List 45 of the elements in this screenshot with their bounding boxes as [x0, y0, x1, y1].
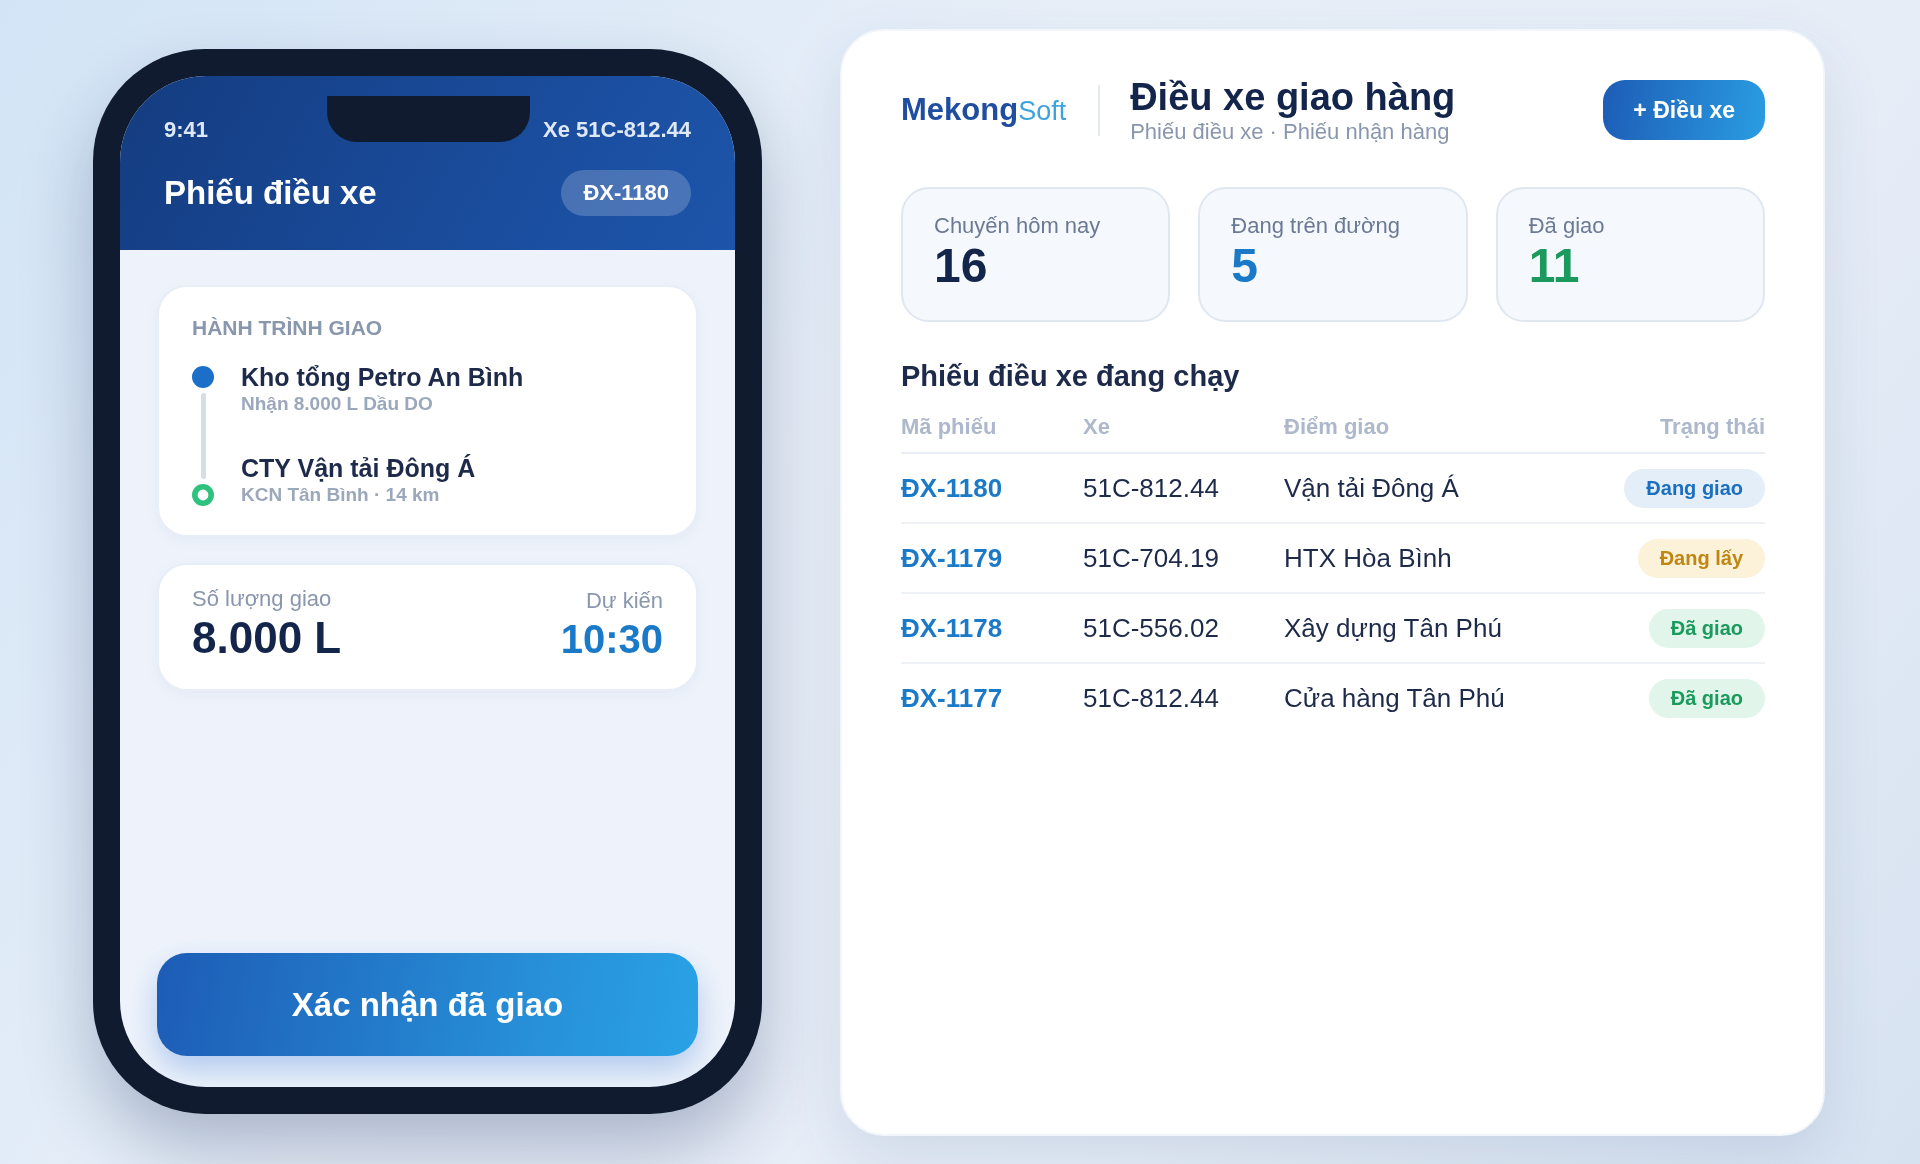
delivery-point: Vận tải Đông Á	[1284, 472, 1460, 504]
stat-value: 11	[1528, 239, 1581, 293]
page-subtitle: Phiếu điều xe · Phiếu nhận hàng	[1130, 119, 1451, 145]
stat-label: Đã giao	[1528, 213, 1606, 239]
status-time: 9:41	[164, 116, 209, 144]
logo: MekongSoft	[901, 90, 1067, 129]
page-title: Điều xe giao hàng	[1130, 75, 1457, 119]
ticket-link[interactable]: ĐX-1179	[901, 542, 1003, 573]
stop-detail: KCN Tân Bình · 14 km	[241, 483, 441, 507]
stat-label: Đang trên đường	[1231, 213, 1401, 239]
table-title: Phiếu điều xe đang chạy	[901, 359, 1241, 393]
stat-value: 5	[1231, 239, 1260, 293]
status-badge: Đang giao	[1624, 468, 1765, 508]
vehicle-label: Xe 51C-812.44	[543, 116, 691, 144]
ticket-link[interactable]: ĐX-1178	[901, 612, 1003, 643]
screen-title: Phiếu điều xe	[164, 173, 377, 213]
vehicle-plate: 51C-556.02	[1083, 612, 1220, 644]
column-header: Mã phiếu	[901, 414, 998, 440]
stat-value: 16	[934, 239, 989, 293]
vehicle-plate: 51C-704.19	[1083, 542, 1220, 574]
ticket-badge: ĐX-1180	[561, 170, 691, 216]
column-header: Điểm giao	[1284, 414, 1391, 440]
column-header: Xe	[1083, 414, 1111, 440]
status-badge: Đang lấy	[1637, 538, 1765, 578]
new-dispatch-button[interactable]: + Điều xe	[1603, 80, 1765, 140]
confirm-button[interactable]: Xác nhận đã giao	[157, 953, 698, 1056]
stop-name: CTY Vận tải Đông Á	[241, 453, 477, 483]
delivery-point: HTX Hòa Bình	[1284, 542, 1453, 574]
stop-detail: Nhận 8.000 L Dầu DO	[241, 392, 434, 416]
quantity-value: 8.000 L	[192, 613, 342, 663]
ticket-link[interactable]: ĐX-1177	[901, 682, 1003, 713]
eta-label: Dự kiến	[585, 587, 663, 615]
stop-name: Kho tổng Petro An Bình	[241, 362, 524, 392]
vehicle-plate: 51C-812.44	[1083, 472, 1220, 504]
column-header: Trạng thái	[1659, 414, 1765, 440]
eta-value: 10:30	[560, 616, 663, 663]
stat-label: Chuyến hôm nay	[934, 213, 1102, 239]
status-badge: Đã giao	[1648, 678, 1765, 718]
vehicle-plate: 51C-812.44	[1083, 682, 1220, 714]
quantity-label: Số lượng giao	[192, 585, 333, 613]
status-badge: Đã giao	[1648, 608, 1765, 648]
section-heading: HÀNH TRÌNH GIAO	[192, 315, 384, 341]
delivery-point: Cửa hàng Tân Phú	[1284, 682, 1506, 714]
ticket-link[interactable]: ĐX-1180	[901, 472, 1003, 503]
delivery-point: Xây dựng Tân Phú	[1284, 612, 1503, 644]
